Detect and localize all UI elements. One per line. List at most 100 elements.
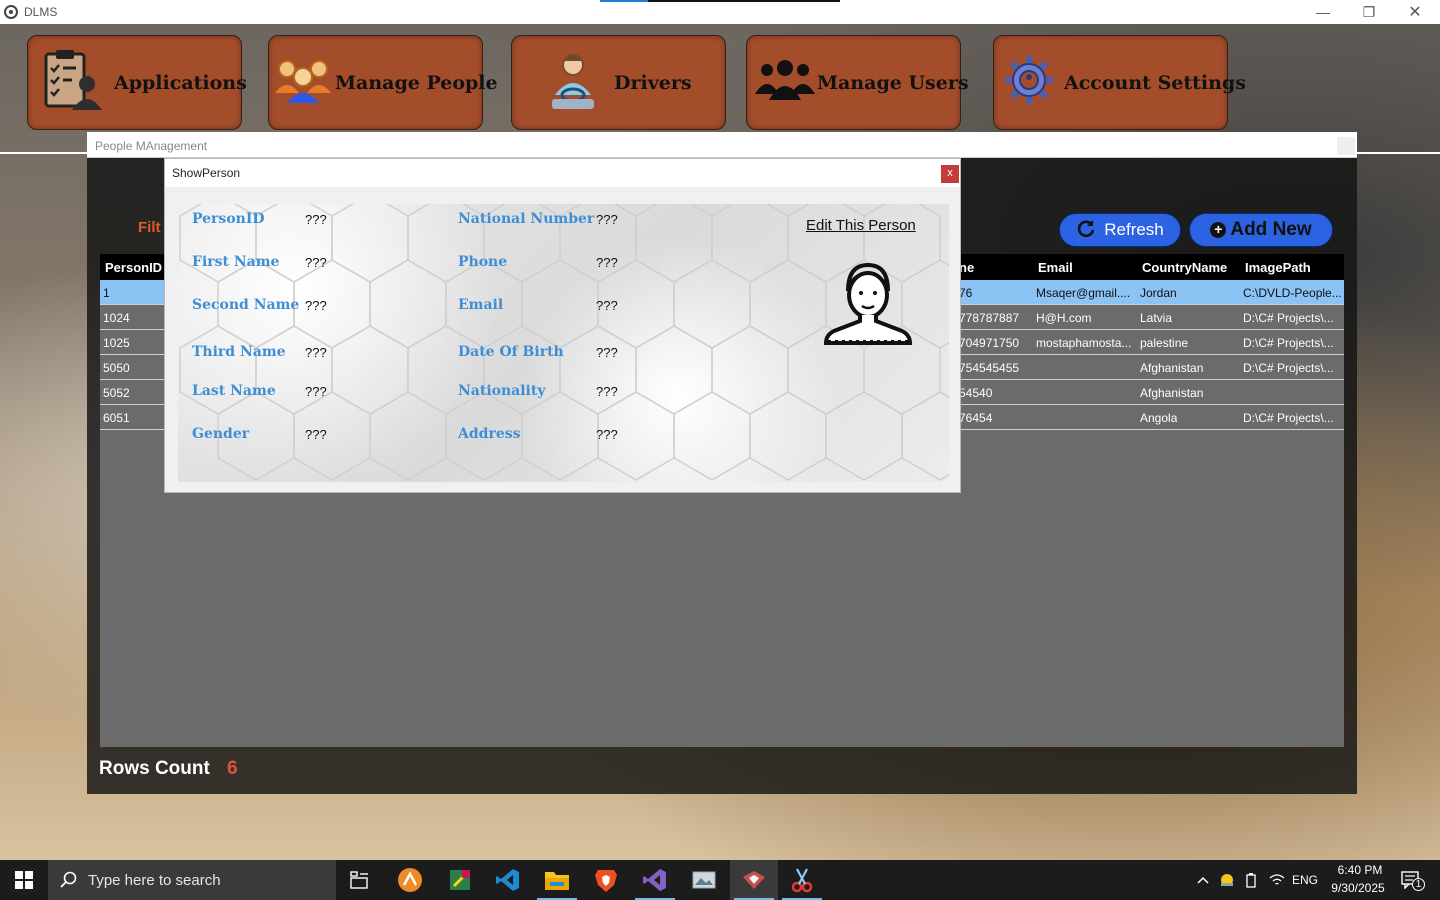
column-header-country[interactable]: CountryName: [1142, 260, 1227, 275]
cell-phone: 54540: [959, 386, 993, 400]
taskbar-file-explorer[interactable]: [533, 860, 581, 900]
nav-applications-label: Applications: [114, 71, 247, 94]
battery-tray-button[interactable]: [1240, 860, 1262, 900]
minimize-button[interactable]: —: [1300, 0, 1346, 24]
national-number-value: ???: [596, 212, 618, 227]
notification-count: 1: [1412, 878, 1425, 891]
show-person-title: ShowPerson: [172, 166, 241, 180]
orange-app-icon: [398, 868, 422, 892]
cell-phone: 76: [959, 286, 973, 300]
app-logo-icon: [4, 5, 18, 19]
edit-person-link[interactable]: Edit This Person: [806, 217, 916, 234]
refresh-icon: [1076, 218, 1096, 243]
wifi-icon: [1269, 874, 1285, 885]
scissors-icon: [791, 868, 813, 893]
weather-tray-button[interactable]: [1216, 860, 1238, 900]
taskbar-app-orange[interactable]: [386, 860, 434, 900]
cell-personid: 1: [103, 286, 110, 300]
last-name-value: ???: [305, 384, 327, 399]
taskbar-app-window[interactable]: [680, 860, 728, 900]
cell-email: H@H.com: [1036, 311, 1092, 325]
taskbar-visual-studio[interactable]: [631, 860, 679, 900]
column-header-personid[interactable]: PersonID: [105, 260, 162, 275]
column-header-phone[interactable]: ne: [959, 260, 974, 275]
last-name-label: Last Name: [192, 383, 276, 399]
email-value: ???: [596, 298, 618, 313]
show-person-close-button[interactable]: x: [941, 165, 959, 183]
refresh-button[interactable]: Refresh: [1059, 213, 1181, 247]
clipboard-user-icon: [42, 48, 104, 117]
chevron-up-icon: [1197, 876, 1209, 884]
driver-icon: [552, 51, 594, 114]
search-icon: [60, 871, 77, 888]
cell-phone: 754545455: [959, 361, 1020, 375]
taskbar-brave[interactable]: [582, 860, 630, 900]
start-button[interactable]: [0, 860, 48, 900]
nationality-value: ???: [596, 384, 618, 399]
rows-count-value: 6: [227, 758, 238, 779]
phone-value: ???: [596, 255, 618, 270]
personid-value: ???: [305, 212, 327, 227]
cell-imagepath: D:\C# Projects\...: [1243, 336, 1334, 350]
address-label: Address: [458, 426, 521, 442]
rows-count-label: Rows Count: [99, 758, 210, 779]
window-title: DLMS: [24, 5, 58, 19]
show-person-dialog: ShowPerson x PersonID ??? First Name ???…: [164, 158, 961, 493]
folder-icon: [545, 872, 569, 890]
network-tray-button[interactable]: [1266, 860, 1288, 900]
cell-phone: 704971750: [959, 336, 1020, 350]
notifications-button[interactable]: 1: [1396, 860, 1426, 900]
nav-account-settings-button[interactable]: Account Settings: [993, 35, 1246, 130]
cell-country: Latvia: [1140, 311, 1173, 325]
show-hidden-icons-button[interactable]: [1192, 860, 1214, 900]
nav-manage-people-label: Manage People: [335, 71, 498, 94]
clock-date[interactable]: 9/30/2025: [1326, 881, 1390, 895]
cell-imagepath: C:\DVLD-People...: [1243, 286, 1342, 300]
cell-country: Afghanistan: [1140, 361, 1204, 375]
users-group-icon: [755, 60, 815, 105]
people-management-close-button[interactable]: [1337, 137, 1355, 155]
people-management-title: People MAnagement: [95, 139, 208, 153]
brave-browser-icon: [595, 870, 617, 892]
column-header-email[interactable]: Email: [1038, 260, 1073, 275]
cell-personid: 5050: [103, 361, 130, 375]
personid-label: PersonID: [192, 211, 265, 227]
maximize-button[interactable]: ❐: [1346, 0, 1392, 24]
taskbar-snipping-tool[interactable]: [778, 860, 826, 900]
taskbar-dlms-app[interactable]: [730, 860, 778, 900]
nav-drivers-label: Drivers: [614, 71, 692, 94]
search-placeholder: Type here to search: [88, 871, 221, 889]
nav-manage-users-button[interactable]: Manage Users: [746, 35, 969, 130]
visual-studio-icon: [643, 869, 666, 891]
task-view-button[interactable]: [336, 860, 384, 900]
close-window-button[interactable]: ✕: [1392, 0, 1438, 24]
people-group-icon: [273, 57, 333, 108]
language-indicator[interactable]: ENG: [1290, 860, 1320, 900]
third-name-label: Third Name: [192, 344, 286, 360]
nav-manage-people-button[interactable]: Manage People: [268, 35, 498, 130]
cell-country: Angola: [1140, 411, 1178, 425]
nav-applications-button[interactable]: Applications: [27, 35, 247, 130]
cell-imagepath: D:\C# Projects\...: [1243, 361, 1334, 375]
refresh-label: Refresh: [1104, 220, 1164, 239]
cell-personid: 6051: [103, 411, 130, 425]
cell-phone: 76454: [959, 411, 993, 425]
plus-circle-icon: +: [1210, 222, 1227, 238]
image-viewer-icon: [692, 871, 716, 889]
taskbar-search[interactable]: Type here to search: [48, 860, 336, 900]
date-of-birth-label: Date Of Birth: [458, 344, 564, 360]
second-name-label: Second Name: [192, 297, 300, 313]
column-header-imagepath[interactable]: ImagePath: [1245, 260, 1311, 275]
cell-personid: 5052: [103, 386, 130, 400]
cell-personid: 1025: [103, 336, 130, 350]
clock-time[interactable]: 6:40 PM: [1330, 863, 1390, 877]
nav-drivers-button[interactable]: Drivers: [511, 35, 726, 130]
taskbar-vscode[interactable]: [484, 860, 532, 900]
battery-icon: [1246, 873, 1256, 888]
second-name-value: ???: [305, 298, 327, 313]
gender-label: Gender: [192, 426, 250, 442]
cell-country: Afghanistan: [1140, 386, 1204, 400]
taskbar-app-editor[interactable]: [436, 860, 484, 900]
add-new-person-button[interactable]: + Add New: [1189, 213, 1333, 247]
nav-account-settings-label: Account Settings: [1064, 71, 1246, 94]
